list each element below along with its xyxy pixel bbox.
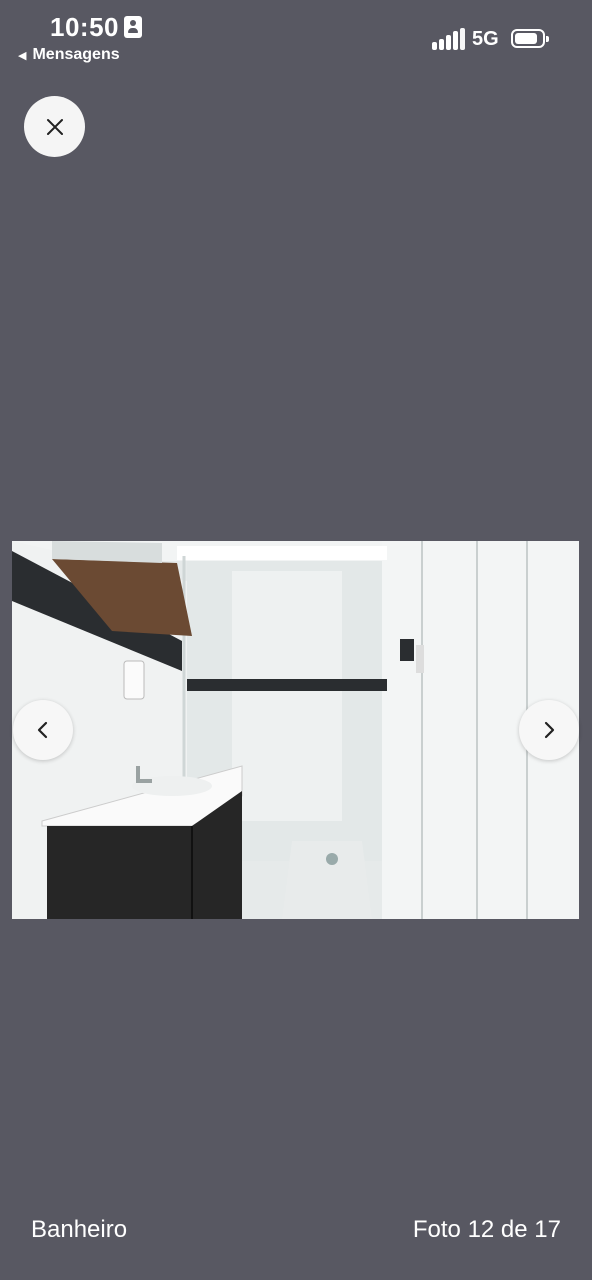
chevron-right-icon <box>544 721 555 739</box>
photo-caption: Banheiro <box>31 1216 128 1243</box>
back-to-app-link[interactable]: ◀ Mensagens <box>18 46 120 64</box>
photo-counter: Foto 12 de 17 <box>412 1216 561 1243</box>
back-app-label: Mensagens <box>32 46 120 63</box>
status-bar: 10:50 ◀ Mensagens 5G <box>0 0 592 72</box>
signal-icon <box>432 28 465 50</box>
close-icon <box>46 118 63 135</box>
previous-photo-button[interactable] <box>13 700 73 760</box>
chevron-left-icon <box>37 721 48 739</box>
close-button[interactable] <box>24 96 85 157</box>
back-triangle-icon: ◀ <box>18 49 27 62</box>
bathroom-photo <box>12 541 579 919</box>
id-card-icon <box>124 16 142 38</box>
battery-icon <box>511 29 549 48</box>
network-type: 5G <box>472 28 499 50</box>
next-photo-button[interactable] <box>519 700 579 760</box>
status-time: 10:50 <box>50 12 119 42</box>
